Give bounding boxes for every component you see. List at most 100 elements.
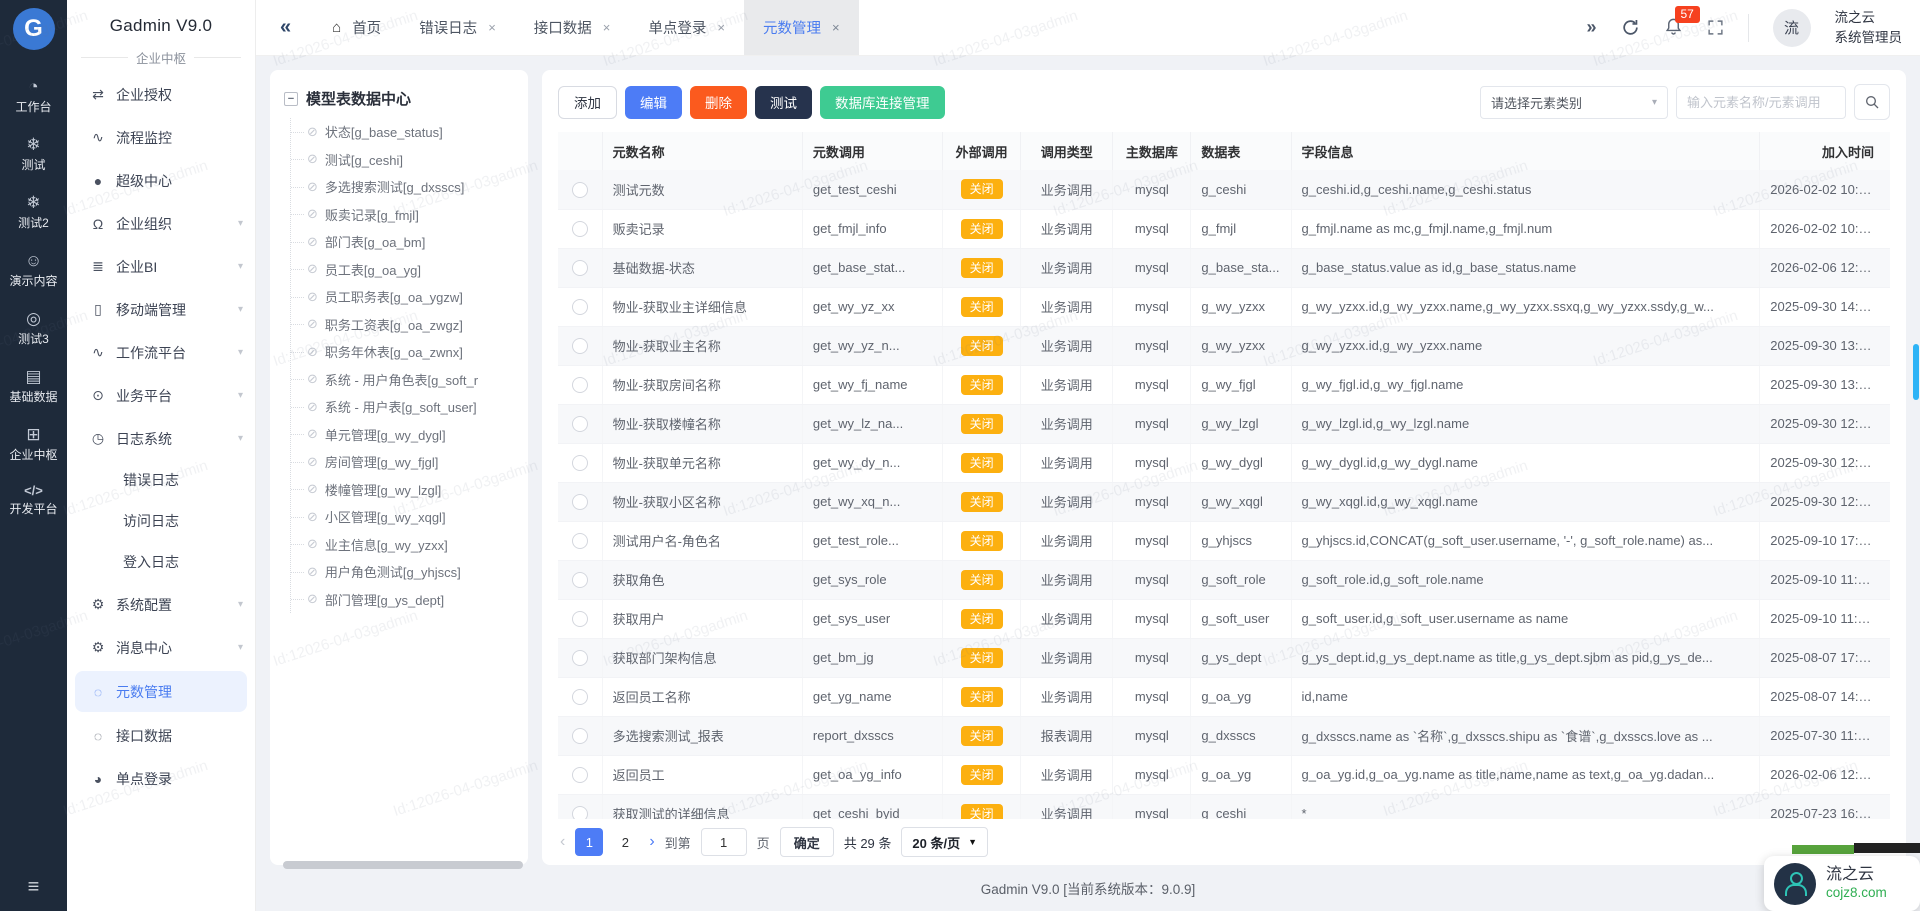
chat-site-link[interactable]: cojz8.com bbox=[1826, 885, 1887, 902]
sidebar-item[interactable]: ≣企业BI▾ bbox=[67, 245, 255, 288]
row-radio[interactable] bbox=[572, 611, 588, 627]
row-radio[interactable] bbox=[572, 533, 588, 549]
hamburger-menu-icon[interactable]: ≡ bbox=[0, 876, 67, 899]
row-radio[interactable] bbox=[572, 260, 588, 276]
row-radio[interactable] bbox=[572, 494, 588, 510]
tree-item[interactable]: ⊘职务工资表[g_oa_zwgz] bbox=[307, 311, 520, 339]
row-radio[interactable] bbox=[572, 182, 588, 198]
rail-item[interactable]: ☺演示内容 bbox=[0, 252, 67, 289]
edit-button[interactable]: 编辑 bbox=[625, 86, 682, 119]
row-radio[interactable] bbox=[572, 650, 588, 666]
tree-item[interactable]: ⊘单元管理[g_wy_dygl] bbox=[307, 421, 520, 449]
sidebar-item[interactable]: ⇄企业授权 bbox=[67, 73, 255, 116]
sidebar-item[interactable]: ◕单点登录 bbox=[67, 757, 255, 800]
row-radio[interactable] bbox=[572, 455, 588, 471]
tree-item[interactable]: ⊘楼幢管理[g_wy_lzgl] bbox=[307, 476, 520, 504]
tree-item[interactable]: ⊘状态[g_base_status] bbox=[307, 118, 520, 146]
rail-item[interactable]: ❄测试 bbox=[0, 136, 67, 173]
tree-item[interactable]: ⊘房间管理[g_wy_fjgl] bbox=[307, 448, 520, 476]
row-radio[interactable] bbox=[572, 377, 588, 393]
tab[interactable]: 元数管理× bbox=[744, 0, 859, 55]
test-button[interactable]: 测试 bbox=[755, 86, 812, 119]
rail-item[interactable]: ◎测试3 bbox=[0, 310, 67, 347]
next-page-icon[interactable]: › bbox=[649, 833, 654, 851]
tree-item[interactable]: ⊘员工职务表[g_oa_ygzw] bbox=[307, 283, 520, 311]
row-radio[interactable] bbox=[572, 689, 588, 705]
add-button[interactable]: 添加 bbox=[558, 86, 617, 119]
page-number[interactable]: 1 bbox=[575, 828, 603, 856]
chat-widget[interactable]: 流之云 cojz8.com bbox=[1764, 856, 1920, 911]
row-radio[interactable] bbox=[572, 806, 588, 819]
tab[interactable]: 接口数据× bbox=[515, 0, 630, 55]
chevron-down-icon: ▾ bbox=[238, 433, 243, 444]
sidebar-item[interactable]: ∿工作流平台▾ bbox=[67, 331, 255, 374]
tree-item[interactable]: ⊘员工表[g_oa_yg] bbox=[307, 256, 520, 284]
tree-root[interactable]: − 模型表数据中心 bbox=[284, 88, 520, 109]
rail-item[interactable]: </>开发平台 bbox=[0, 484, 67, 517]
tree-item[interactable]: ⊘测试[g_ceshi] bbox=[307, 146, 520, 174]
rail-item[interactable]: ⊞企业中枢 bbox=[0, 426, 67, 463]
tree-horizontal-scrollbar[interactable] bbox=[283, 861, 523, 869]
rail-item[interactable]: ❄测试2 bbox=[0, 194, 67, 231]
sidebar-item[interactable]: ▯移动端管理▾ bbox=[67, 288, 255, 331]
notifications-bell-icon[interactable]: 57 bbox=[1664, 17, 1683, 39]
sidebar-item[interactable]: ◷日志系统▾ bbox=[67, 417, 255, 460]
sidebar-subitem[interactable]: 登入日志 bbox=[67, 542, 255, 583]
page-vertical-scrollbar[interactable] bbox=[1913, 344, 1919, 400]
tab[interactable]: 错误日志× bbox=[400, 0, 515, 55]
collapse-tabs-icon[interactable]: « bbox=[280, 16, 291, 39]
user-menu[interactable]: 流之云 系统管理员 bbox=[1835, 8, 1903, 47]
fullscreen-icon[interactable] bbox=[1707, 19, 1724, 36]
tree-item[interactable]: ⊘贩卖记录[g_fmjl] bbox=[307, 201, 520, 229]
delete-button[interactable]: 删除 bbox=[690, 86, 747, 119]
tree-item[interactable]: ⊘多选搜索测试[g_dxsscs] bbox=[307, 173, 520, 201]
sidebar-item[interactable]: ●超级中心 bbox=[67, 159, 255, 202]
app-logo[interactable]: G bbox=[13, 8, 55, 50]
rail-item[interactable]: ◔工作台 bbox=[0, 78, 67, 115]
close-icon[interactable]: × bbox=[603, 20, 611, 35]
row-radio[interactable] bbox=[572, 299, 588, 315]
tree-item[interactable]: ⊘系统 - 用户角色表[g_soft_r bbox=[307, 366, 520, 394]
sidebar-item[interactable]: ◌元数管理 bbox=[75, 671, 247, 712]
tree-item[interactable]: ⊘用户角色测试[g_yhjscs] bbox=[307, 558, 520, 586]
search-input[interactable] bbox=[1676, 86, 1846, 119]
row-radio[interactable] bbox=[572, 416, 588, 432]
row-radio[interactable] bbox=[572, 221, 588, 237]
prev-page-icon[interactable]: ‹ bbox=[560, 833, 565, 851]
tree-item[interactable]: ⊘业主信息[g_wy_yzxx] bbox=[307, 531, 520, 559]
row-radio[interactable] bbox=[572, 767, 588, 783]
tree-item[interactable]: ⊘职务年休表[g_oa_zwnx] bbox=[307, 338, 520, 366]
sidebar-item[interactable]: ⚙消息中心▾ bbox=[67, 626, 255, 669]
tree-collapse-icon[interactable]: − bbox=[284, 92, 298, 106]
goto-page-input[interactable] bbox=[701, 828, 747, 856]
db-connection-button[interactable]: 数据库连接管理 bbox=[820, 86, 945, 119]
close-icon[interactable]: × bbox=[488, 20, 496, 35]
sidebar-subitem[interactable]: 访问日志 bbox=[67, 501, 255, 542]
tab[interactable]: 单点登录× bbox=[629, 0, 744, 55]
expand-tabs-icon[interactable]: » bbox=[1586, 17, 1596, 38]
search-button[interactable] bbox=[1854, 84, 1890, 120]
tree-item[interactable]: ⊘部门管理[g_ys_dept] bbox=[307, 586, 520, 614]
category-select[interactable]: 请选择元素类别 ▾ bbox=[1480, 86, 1668, 119]
row-radio[interactable] bbox=[572, 728, 588, 744]
sidebar-item[interactable]: ⊙业务平台▾ bbox=[67, 374, 255, 417]
tree-item[interactable]: ⊘部门表[g_oa_bm] bbox=[307, 228, 520, 256]
row-radio[interactable] bbox=[572, 338, 588, 354]
sidebar-subitem[interactable]: 错误日志 bbox=[67, 460, 255, 501]
rail-item[interactable]: ▤基础数据 bbox=[0, 368, 67, 405]
page-size-select[interactable]: 20 条/页 ▼ bbox=[901, 827, 988, 857]
refresh-icon[interactable] bbox=[1621, 18, 1640, 37]
close-icon[interactable]: × bbox=[717, 20, 725, 35]
sidebar-item[interactable]: ◌接口数据 bbox=[67, 714, 255, 757]
sidebar-item[interactable]: Ω企业组织▾ bbox=[67, 202, 255, 245]
tree-item[interactable]: ⊘小区管理[g_wy_xqgl] bbox=[307, 503, 520, 531]
row-radio[interactable] bbox=[572, 572, 588, 588]
close-icon[interactable]: × bbox=[832, 20, 840, 35]
goto-confirm-button[interactable]: 确定 bbox=[780, 827, 834, 857]
tree-item[interactable]: ⊘系统 - 用户表[g_soft_user] bbox=[307, 393, 520, 421]
sidebar-item[interactable]: ∿流程监控 bbox=[67, 116, 255, 159]
page-number[interactable]: 2 bbox=[611, 828, 639, 856]
sidebar-item[interactable]: ⚙系统配置▾ bbox=[67, 583, 255, 626]
user-avatar[interactable]: 流 bbox=[1773, 9, 1811, 47]
tab[interactable]: ⌂首页 bbox=[313, 0, 400, 55]
